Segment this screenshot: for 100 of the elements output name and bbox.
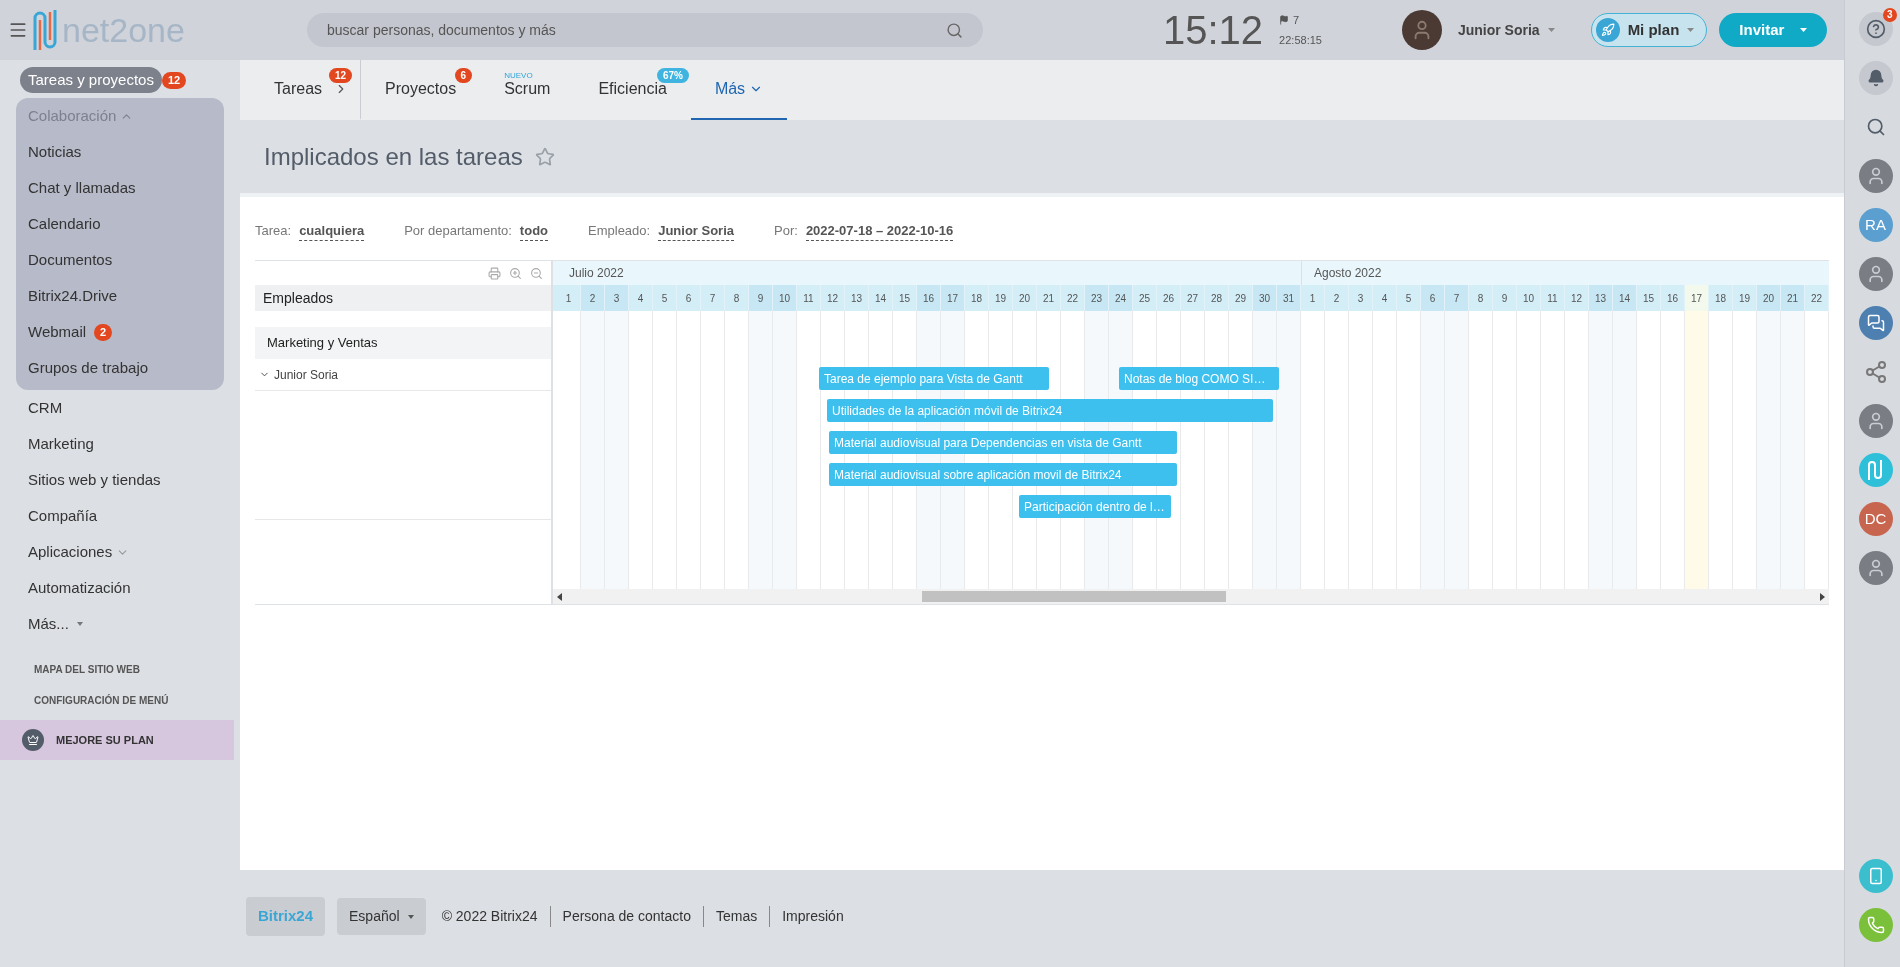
tab[interactable]: NUEVO Scrum <box>480 60 575 120</box>
sidebar-item[interactable]: Marketing <box>28 432 94 456</box>
day-header: 10 <box>773 285 797 311</box>
sidebar-link[interactable]: MAPA DEL SITIO WEB <box>0 654 240 685</box>
day-header: 24 <box>1109 285 1133 311</box>
day-header: 13 <box>1589 285 1613 311</box>
zoom-in-icon[interactable] <box>509 266 522 280</box>
footer-link[interactable]: Impresión <box>769 906 844 927</box>
footer-link[interactable]: Temas <box>702 906 758 927</box>
initials-avatar[interactable]: DC <box>1858 502 1893 536</box>
search-field[interactable]: buscar personas, documentos y más <box>307 13 983 47</box>
count-badge: 2 <box>94 323 113 341</box>
avatar-photo[interactable] <box>1858 551 1893 585</box>
copyright: © 2022 Bitrix24 <box>441 907 538 926</box>
day-header: 14 <box>1613 285 1637 311</box>
sidebar-item[interactable]: Webmail <box>28 320 87 344</box>
filter-label: Por departamento: <box>404 222 512 241</box>
clock: 15:12 <box>1163 7 1264 54</box>
day-header: 30 <box>1253 285 1277 311</box>
logo-avatar[interactable] <box>1858 453 1893 487</box>
search-icon <box>1865 117 1886 137</box>
language-selector[interactable]: Español <box>337 898 426 935</box>
sidebar-item[interactable]: Documentos <box>28 248 113 272</box>
caret-icon <box>76 622 83 626</box>
crown-icon <box>27 734 39 746</box>
search-input[interactable]: buscar personas, documentos y más <box>327 19 946 41</box>
footer-link[interactable]: Persona de contacto <box>549 906 691 927</box>
favorite-star-icon[interactable] <box>534 146 555 167</box>
horizontal-scrollbar[interactable] <box>553 589 1829 604</box>
count-badge: 12 <box>161 71 187 89</box>
sidebar-item[interactable]: Tareas y proyectos <box>20 66 162 94</box>
filter-label: Tarea: <box>255 222 292 241</box>
avatar-photo[interactable] <box>1858 404 1893 438</box>
sidebar-item[interactable]: Chat y llamadas <box>28 176 136 200</box>
caret-icon <box>1547 28 1555 32</box>
sidebar-group[interactable]: Aplicaciones <box>0 534 158 570</box>
scroll-left-icon[interactable] <box>557 592 562 601</box>
avatar-photo[interactable] <box>1858 159 1893 193</box>
notifications-button[interactable] <box>1858 61 1893 95</box>
group-chat-button[interactable] <box>1858 306 1893 340</box>
plan-button[interactable]: Mi plan <box>1590 13 1708 47</box>
tab[interactable]: Tareas 12 <box>250 60 362 120</box>
tab[interactable]: Eficiencia 67% <box>574 60 691 120</box>
flag-icon <box>1279 14 1290 25</box>
network-nodes-icon <box>1863 360 1888 384</box>
department-row: Marketing y Ventas <box>255 327 551 359</box>
month-label: Agosto 2022 <box>1314 265 1382 282</box>
day-header: 2 <box>581 285 605 311</box>
count-badge: 12 <box>328 68 353 83</box>
day-header: 23 <box>1085 285 1109 311</box>
day-header: 17 <box>941 285 965 311</box>
sidebar-item[interactable]: CRM <box>28 396 63 420</box>
page-title: Implicados en las tareas <box>264 141 523 172</box>
count-badge: 3 <box>1882 8 1897 22</box>
user-menu[interactable]: Junior Soria <box>1457 19 1555 41</box>
upgrade-plan-button[interactable]: MEJORE SU PLAN <box>0 720 234 760</box>
filter-value[interactable]: Junior Soria <box>658 220 735 242</box>
tab[interactable]: Proyectos 6 <box>361 60 481 120</box>
caret-icon <box>1687 28 1695 32</box>
work-timer: 22:58:15 <box>1279 33 1322 48</box>
avatar-photo[interactable] <box>1858 257 1893 291</box>
sidebar-item[interactable]: Automatización <box>28 576 131 600</box>
sidebar-item[interactable]: Noticias <box>28 140 82 164</box>
day-header: 9 <box>749 285 773 311</box>
bell-icon <box>1866 69 1885 87</box>
sidebar-item[interactable]: Sitios web y tiendas <box>28 468 161 492</box>
filter-label: Por: <box>774 222 798 241</box>
percent-badge: 67% <box>656 68 689 83</box>
sidebar-item[interactable]: Grupos de trabajo <box>28 356 149 380</box>
phone-button[interactable] <box>1858 908 1893 942</box>
employee-row[interactable]: Junior Soria <box>259 365 339 384</box>
chat-bubbles-icon <box>1866 314 1885 332</box>
day-header: 3 <box>605 285 629 311</box>
filter-label: Empleado: <box>588 222 651 241</box>
filter-value[interactable]: todo <box>519 220 548 242</box>
print-icon[interactable] <box>488 266 501 280</box>
day-header: 20 <box>1757 285 1781 311</box>
sidebar-item[interactable]: Más... <box>28 612 83 636</box>
sidebar-item[interactable]: Bitrix24.Drive <box>28 284 118 308</box>
menu-button[interactable] <box>8 20 28 40</box>
mobile-device-button[interactable] <box>1858 859 1893 893</box>
rocket-icon <box>1600 23 1615 37</box>
sidebar-item[interactable]: Compañía <box>28 504 98 528</box>
filter-value[interactable]: cualquiera <box>299 220 365 242</box>
search-icon <box>946 21 963 39</box>
tab[interactable]: Más <box>690 60 788 120</box>
count-badge: 6 <box>454 68 473 83</box>
logo-icon <box>1866 459 1885 481</box>
day-header: 6 <box>1421 285 1445 311</box>
sidebar-link[interactable]: CONFIGURACIÓN DE MENÚ <box>0 685 240 716</box>
user-avatar[interactable] <box>1401 10 1442 50</box>
caret-icon <box>1800 28 1808 32</box>
sidebar-item[interactable]: Calendario <box>28 212 101 236</box>
scroll-right-icon[interactable] <box>1820 592 1825 601</box>
filter-value[interactable]: 2022-07-18 – 2022-10-16 <box>805 220 954 242</box>
zoom-out-icon[interactable] <box>530 266 543 280</box>
day-header: 7 <box>1445 285 1469 311</box>
phone-icon <box>1866 916 1885 934</box>
day-header: 17 <box>1685 285 1709 311</box>
logo-icon <box>32 8 58 52</box>
